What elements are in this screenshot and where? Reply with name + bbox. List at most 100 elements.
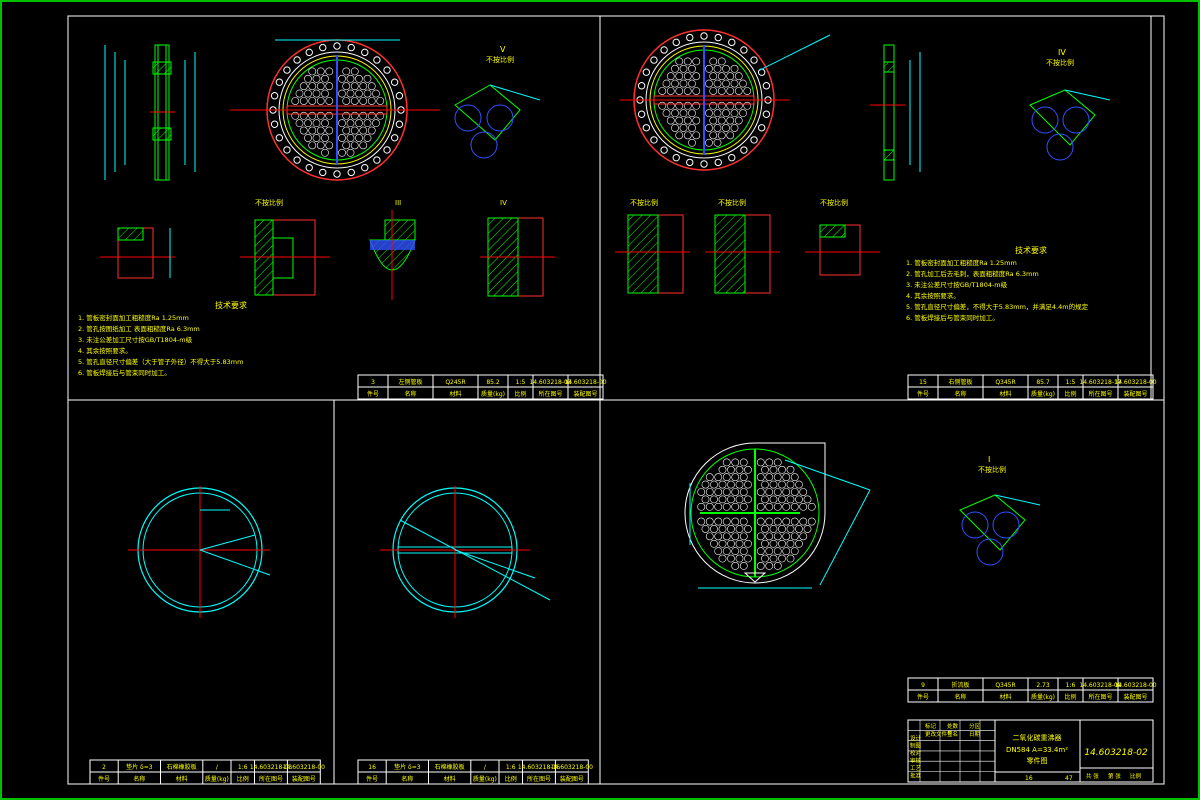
tech-requirements-title: 技术要求 bbox=[215, 300, 247, 310]
section-4-label: IV bbox=[500, 199, 507, 207]
tube-hole bbox=[705, 488, 714, 496]
tube-hole bbox=[308, 97, 317, 105]
bolt-hole bbox=[686, 33, 694, 42]
tech-note: 3. 未注公差加工尺寸按GB/T1804-m级 bbox=[78, 335, 193, 344]
tube-hole bbox=[299, 111, 308, 120]
table-cell: 3 bbox=[371, 379, 375, 386]
tube-hole bbox=[675, 116, 684, 125]
tube-hole bbox=[675, 87, 684, 95]
tube-hole bbox=[790, 473, 799, 482]
tech-note: 6. 管板焊接后与管束同时加工。 bbox=[78, 368, 171, 377]
table-cell: 1:5 bbox=[1066, 379, 1076, 386]
tube-hole bbox=[727, 495, 735, 504]
tube-hole bbox=[662, 79, 671, 88]
tube-hole bbox=[666, 101, 675, 110]
tube-hole bbox=[722, 64, 730, 73]
tube-hole bbox=[739, 547, 748, 556]
sheets-total: 47 bbox=[1065, 775, 1073, 782]
tube-hole bbox=[782, 517, 791, 526]
tube-hole bbox=[778, 525, 786, 533]
section-3-label: III bbox=[395, 199, 401, 207]
tube-hole bbox=[739, 458, 748, 467]
tube-hole bbox=[312, 74, 321, 83]
view-scale-note: 不按比例 bbox=[486, 55, 514, 64]
bolt-hole bbox=[740, 46, 748, 54]
table-cell: 名称 bbox=[401, 775, 413, 783]
cad-drawing-canvas: V 不按比例 不按比例 III IV 技术要求 1. 管板密封面加工粗糙度Ra … bbox=[0, 0, 1200, 800]
tube-hole bbox=[756, 517, 765, 526]
tech-note: 2. 管孔加工后去毛刺，表面粗糙度Ra 6.3mm bbox=[906, 269, 1039, 278]
tube-hole bbox=[722, 547, 731, 556]
bolt-hole bbox=[293, 56, 301, 64]
tube-hole bbox=[765, 488, 774, 496]
tube-hole bbox=[692, 87, 701, 95]
tube-hole bbox=[346, 119, 355, 128]
table-cell: 1:5 bbox=[516, 379, 526, 386]
table-cell: 1:6 bbox=[1066, 682, 1076, 689]
tube-hole bbox=[671, 79, 679, 88]
tube-hole bbox=[692, 101, 701, 110]
panel-bottom-middle: 16 垫片 δ=3 石棉橡胶板/1:6 14.603218-1614.603218-0… bbox=[357, 486, 593, 785]
tube-hole bbox=[773, 562, 782, 570]
tube-hole bbox=[731, 532, 740, 541]
table-cell: 装配图号 bbox=[1123, 693, 1147, 701]
tube-hole bbox=[338, 119, 346, 128]
table-cell: 2 bbox=[102, 764, 106, 771]
bolt-hole bbox=[750, 136, 758, 144]
bolt-hole bbox=[728, 153, 736, 162]
table-cell: 件号 bbox=[917, 390, 929, 398]
tube-hole bbox=[325, 141, 334, 150]
table-cell: 所在图号 bbox=[527, 775, 551, 783]
section-detail-4 bbox=[480, 217, 555, 297]
sheet-number: 16 bbox=[1025, 775, 1033, 782]
section-detail-3 bbox=[369, 210, 416, 300]
table-cell: 名称 bbox=[133, 775, 145, 783]
tech-note: 1. 管板密封面加工粗糙度Ra 1.25mm bbox=[906, 258, 1017, 267]
tube-hole bbox=[730, 109, 739, 118]
tube-hole bbox=[726, 116, 735, 125]
tube-hole bbox=[709, 116, 718, 125]
tube-hole bbox=[735, 465, 744, 474]
tube-hole bbox=[769, 495, 778, 504]
table-cell: 材料 bbox=[176, 775, 188, 783]
tube-hole bbox=[666, 72, 675, 81]
tube-hole bbox=[688, 109, 696, 118]
tube-hole bbox=[338, 148, 346, 157]
tube-hole bbox=[739, 562, 748, 570]
title-block-role: 审核 bbox=[910, 757, 922, 765]
tube-hole bbox=[671, 124, 679, 132]
tube-hole bbox=[308, 111, 317, 120]
tube-hole bbox=[679, 64, 688, 73]
view-label-iv: IV bbox=[1058, 48, 1066, 57]
tube-hole bbox=[722, 532, 731, 541]
tube-hole bbox=[705, 502, 714, 511]
tube-hole bbox=[321, 89, 329, 98]
section-detail-2 bbox=[240, 219, 330, 296]
tube-hole bbox=[765, 532, 774, 541]
drawing-number: 14.603218-02 bbox=[1084, 748, 1148, 758]
tube-hole bbox=[308, 82, 317, 91]
bolt-hole bbox=[319, 43, 327, 52]
table-cell: 质量(kg) bbox=[1031, 693, 1055, 701]
tube-hole bbox=[769, 539, 778, 548]
tube-hole bbox=[359, 97, 368, 105]
tube-hole bbox=[671, 109, 679, 118]
bolt-hole bbox=[390, 134, 399, 142]
tube-hole bbox=[713, 124, 722, 132]
section-detail-r3 bbox=[805, 224, 880, 276]
tube-hole bbox=[803, 495, 812, 504]
bolt-hole bbox=[333, 170, 341, 178]
tube-hole bbox=[316, 67, 325, 76]
tube-hole bbox=[778, 539, 786, 548]
bolt-hole bbox=[714, 158, 722, 167]
tube-hole bbox=[671, 64, 679, 73]
tube-hole bbox=[683, 116, 692, 125]
tube-hole bbox=[761, 554, 769, 563]
tube-hole bbox=[769, 480, 778, 489]
tube-hole bbox=[717, 72, 726, 81]
tube-hole bbox=[717, 87, 726, 95]
tube-hole bbox=[304, 119, 312, 128]
tech-note: 6. 管板焊接后与管束同时加工。 bbox=[906, 313, 999, 322]
table-cell: 比例 bbox=[237, 775, 249, 783]
tube-hole bbox=[765, 502, 774, 511]
